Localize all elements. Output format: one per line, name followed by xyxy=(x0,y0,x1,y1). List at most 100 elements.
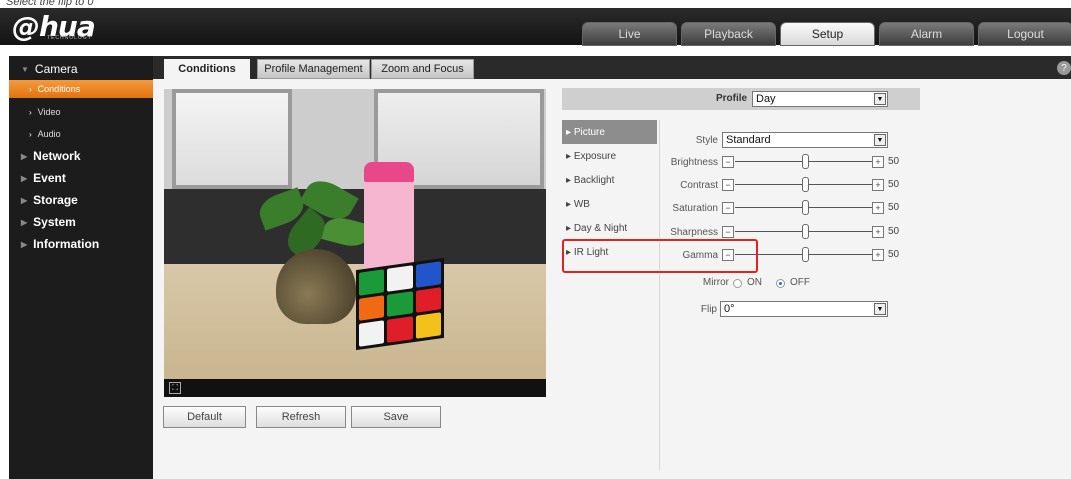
caret-right-icon: ▶ xyxy=(21,173,28,183)
nav-tab-alarm[interactable]: Alarm xyxy=(879,22,974,46)
saturation-slider[interactable]: − + 50 xyxy=(722,200,899,215)
profile-bar: Profile Day ▼ xyxy=(562,88,920,110)
nav-tab-playback[interactable]: Playback xyxy=(681,22,776,46)
mirror-on-radio[interactable] xyxy=(733,279,742,288)
sidebar-item-label: Video xyxy=(37,107,61,117)
sharpness-slider[interactable]: − + 50 xyxy=(722,224,899,239)
brightness-slider[interactable]: − + 50 xyxy=(722,154,899,169)
dropdown-arrow-icon: ▼ xyxy=(874,303,886,315)
contrast-label: Contrast xyxy=(680,180,718,191)
triangle-icon: ▸ xyxy=(566,126,574,138)
plus-icon[interactable]: + xyxy=(872,179,884,191)
triangle-icon: ▸ xyxy=(566,222,574,234)
slider-thumb[interactable] xyxy=(802,177,809,192)
highlight-box xyxy=(562,239,758,273)
dropdown-arrow-icon: ▼ xyxy=(874,93,886,105)
caption: Select the flip to 0° xyxy=(6,0,98,8)
triangle-icon: ▸ xyxy=(566,150,574,162)
sharpness-label: Sharpness xyxy=(670,227,718,238)
sidebar-item-label: Camera xyxy=(34,62,78,76)
sidebar-item-label: Event xyxy=(33,171,66,185)
saturation-label: Saturation xyxy=(672,203,718,214)
save-button[interactable]: Save xyxy=(351,406,441,428)
profile-label: Profile xyxy=(716,93,748,104)
caret-right-icon: ▶ xyxy=(21,195,28,205)
plus-icon[interactable]: + xyxy=(872,226,884,238)
mirror-off-radio[interactable] xyxy=(776,279,785,288)
flip-select[interactable]: 0° ▼ xyxy=(720,301,888,317)
style-value: Standard xyxy=(726,134,771,146)
slider-value: 50 xyxy=(888,249,900,260)
profile-value: Day xyxy=(756,93,776,105)
nav-tab-live[interactable]: Live xyxy=(582,22,677,46)
slider-value: 50 xyxy=(888,202,900,213)
scene-bottle-cap xyxy=(364,162,414,182)
slider-thumb[interactable] xyxy=(802,224,809,239)
sidebar-item-network[interactable]: ▶ Network xyxy=(9,146,153,166)
dropdown-arrow-icon: ▼ xyxy=(874,134,886,146)
sidebar-item-information[interactable]: ▶ Information xyxy=(9,234,153,254)
header: @hua TECHNOLOGY Live Playback Setup Alar… xyxy=(0,8,1071,46)
triangle-icon: ▸ xyxy=(566,198,574,210)
chevron-right-icon: › xyxy=(29,84,32,94)
sidebar-item-label: Conditions xyxy=(37,84,81,94)
minus-icon[interactable]: − xyxy=(722,179,734,191)
divider xyxy=(659,120,660,470)
sidebar-item-conditions[interactable]: › Conditions xyxy=(9,80,153,98)
contrast-slider[interactable]: − + 50 xyxy=(722,177,899,192)
refresh-button[interactable]: Refresh xyxy=(256,406,346,428)
flip-value: 0° xyxy=(724,303,735,315)
caret-right-icon: ▶ xyxy=(21,217,28,227)
sidebar-item-storage[interactable]: ▶ Storage xyxy=(9,190,153,210)
scene-cube xyxy=(356,257,444,351)
style-select[interactable]: Standard ▼ xyxy=(722,132,888,148)
scene-window xyxy=(172,89,292,189)
tab-zoom-focus[interactable]: Zoom and Focus xyxy=(371,59,474,79)
slider-value: 50 xyxy=(888,226,900,237)
mirror-on-label: ON xyxy=(747,277,762,288)
help-icon[interactable]: ? xyxy=(1057,61,1071,75)
nav-tab-logout[interactable]: Logout xyxy=(978,22,1071,46)
chevron-right-icon: › xyxy=(29,107,32,117)
profile-select[interactable]: Day ▼ xyxy=(752,91,888,107)
tab-conditions[interactable]: Conditions xyxy=(164,59,250,79)
fullscreen-icon[interactable]: ⛶ xyxy=(169,382,181,394)
video-toolbar: ⛶ xyxy=(164,379,546,397)
triangle-icon: ▸ xyxy=(566,174,574,186)
flip-label: Flip xyxy=(700,304,717,315)
slider-thumb[interactable] xyxy=(802,247,809,262)
plus-icon[interactable]: + xyxy=(872,202,884,214)
sidebar-item-label: Storage xyxy=(33,193,78,207)
tab-profile-management[interactable]: Profile Management xyxy=(257,59,370,79)
sidebar-item-label: Network xyxy=(33,149,81,163)
sidebar: ▼ Camera › Conditions › Video › Audio ▶ … xyxy=(9,56,153,479)
slider-value: 50 xyxy=(888,156,900,167)
sidebar-item-event[interactable]: ▶ Event xyxy=(9,168,153,188)
sidebar-item-video[interactable]: › Video xyxy=(9,102,153,122)
main-nav: Live Playback Setup Alarm Logout xyxy=(582,22,1071,46)
minus-icon[interactable]: − xyxy=(722,202,734,214)
chevron-right-icon: › xyxy=(29,129,32,139)
scene-pot xyxy=(276,249,356,324)
slider-thumb[interactable] xyxy=(802,154,809,169)
mirror-off-label: OFF xyxy=(790,277,810,288)
sidebar-item-label: Information xyxy=(33,237,100,251)
plus-icon[interactable]: + xyxy=(872,249,884,261)
mirror-label: Mirror xyxy=(702,277,729,288)
slider-thumb[interactable] xyxy=(802,200,809,215)
sidebar-item-system[interactable]: ▶ System xyxy=(9,212,153,232)
caret-right-icon: ▶ xyxy=(21,239,28,249)
plus-icon[interactable]: + xyxy=(872,156,884,168)
sidebar-item-label: System xyxy=(33,215,76,229)
minus-icon[interactable]: − xyxy=(722,226,734,238)
sidebar-item-label: Audio xyxy=(37,129,61,139)
sidebar-item-camera[interactable]: ▼ Camera xyxy=(9,59,153,79)
brand-subtitle: TECHNOLOGY xyxy=(47,35,93,41)
default-button[interactable]: Default xyxy=(163,406,246,428)
caret-right-icon: ▶ xyxy=(21,151,28,161)
brightness-label: Brightness xyxy=(670,157,718,168)
nav-tab-setup[interactable]: Setup xyxy=(780,22,875,46)
slider-value: 50 xyxy=(888,179,900,190)
sidebar-item-audio[interactable]: › Audio xyxy=(9,124,153,144)
minus-icon[interactable]: − xyxy=(722,156,734,168)
